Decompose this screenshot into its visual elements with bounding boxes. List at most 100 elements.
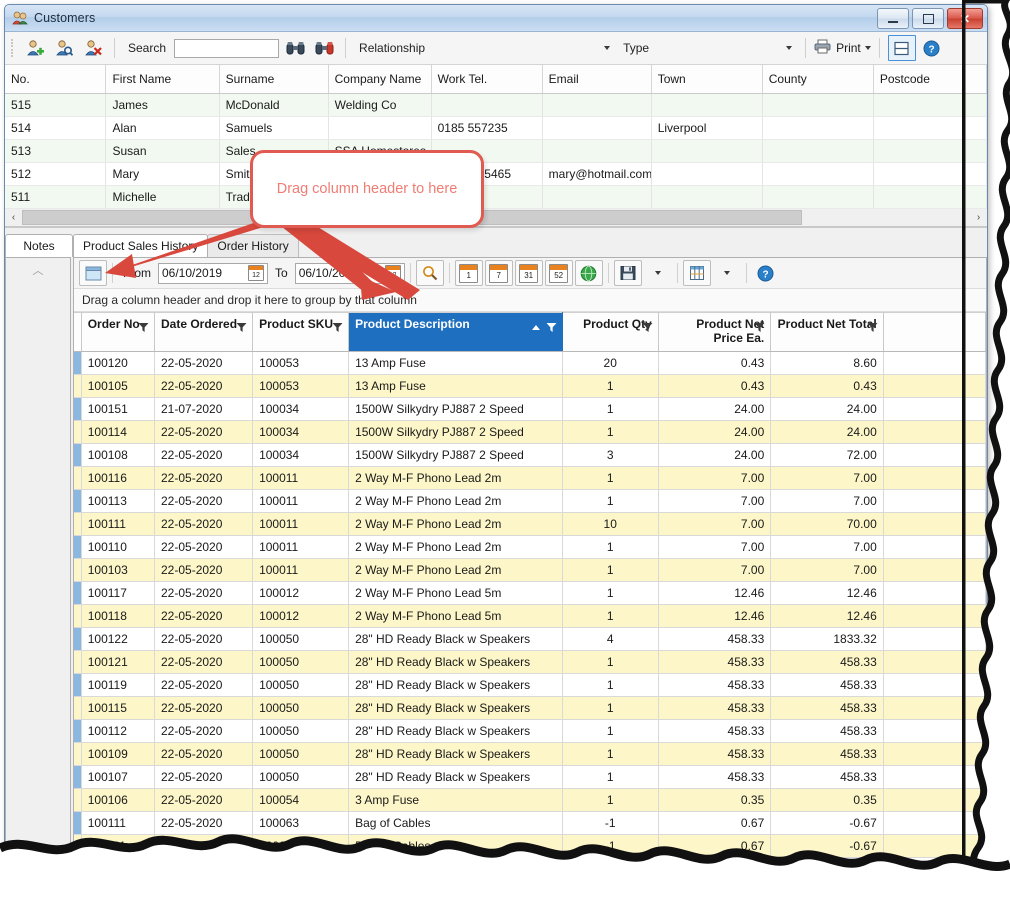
table-row[interactable]: 10010722-05-202010005028" HD Ready Black… [74, 766, 986, 789]
group-by-panel[interactable]: Drag a column header and drop it here to… [74, 289, 986, 312]
table-row[interactable]: 513SusanSalesSSA Homestores [5, 140, 987, 163]
filter-funnel-icon[interactable] [642, 322, 653, 336]
table-row[interactable]: 10010622-05-20201000543 Amp Fuse10.350.3… [74, 789, 986, 812]
window-icon[interactable] [79, 260, 107, 286]
table-row[interactable]: 10010522-05-202010005313 Amp Fuse10.430.… [74, 375, 986, 398]
save-icon[interactable] [614, 260, 642, 286]
calendar-picker-icon[interactable]: 12 [248, 265, 264, 281]
col-product-sku[interactable]: Product SKU [253, 313, 349, 352]
cust-col-4[interactable]: Work Tel. [431, 65, 542, 94]
customer-hscrollbar[interactable]: ‹ › [5, 209, 987, 227]
table-row[interactable]: 10010422-05-2020100064CD Player650.00300… [74, 858, 986, 873]
col-product-net-total[interactable]: Product Net Total [771, 313, 884, 352]
filter-funnel-icon[interactable] [138, 322, 149, 336]
cust-col-5[interactable]: Email [542, 65, 651, 94]
col-date-ordered[interactable]: Date Ordered [155, 313, 253, 352]
tab-order-history[interactable]: Order History [207, 234, 298, 257]
db-sep-5 [677, 263, 678, 283]
table-cell: 1 [562, 766, 658, 789]
table-cell: -0.67 [771, 835, 884, 858]
split-layout-icon[interactable] [888, 35, 916, 61]
maximize-button[interactable] [912, 8, 944, 29]
table-row[interactable]: 511MichelleTrade [5, 186, 987, 209]
find-customer-icon[interactable] [51, 35, 77, 61]
cust-col-6[interactable]: Town [651, 65, 762, 94]
filter-funnel-icon[interactable] [236, 322, 247, 336]
relationship-combo[interactable] [433, 39, 615, 58]
table-row[interactable]: 515JamesMcDonaldWelding Co [5, 94, 987, 117]
minimize-button[interactable] [877, 8, 909, 29]
table-row[interactable]: 10010822-05-20201000341500W Silkydry PJ8… [74, 444, 986, 467]
magnifier-icon[interactable] [416, 260, 444, 286]
table-row[interactable]: 10011122-05-2020100063Bag of Cables-10.6… [74, 812, 986, 835]
sales-grid-scroll[interactable]: Order NoDate OrderedProduct SKUProduct D… [74, 312, 986, 872]
table-row[interactable]: 10010322-05-20201000112 Way M-F Phono Le… [74, 559, 986, 582]
filter-funnel-icon[interactable] [867, 322, 878, 336]
col-order-no[interactable]: Order No [81, 313, 154, 352]
last-1-day-button[interactable]: 1 [455, 260, 483, 286]
col-product-net-price[interactable]: Product Net Price Ea. [658, 313, 771, 352]
last-7-days-button[interactable]: 7 [485, 260, 513, 286]
search-input[interactable] [174, 39, 279, 58]
hscroll-track[interactable] [22, 209, 970, 226]
grid-layout-icon[interactable] [683, 260, 711, 286]
table-row[interactable]: 10011822-05-20201000122 Way M-F Phono Le… [74, 605, 986, 628]
table-row[interactable]: 10011322-05-20201000112 Way M-F Phono Le… [74, 490, 986, 513]
table-row[interactable]: 10011722-05-20201000122 Way M-F Phono Le… [74, 582, 986, 605]
table-cell: 1 [562, 605, 658, 628]
table-row[interactable]: 10012022-05-202010005313 Amp Fuse200.438… [74, 352, 986, 375]
scroll-right-icon[interactable]: › [970, 209, 987, 226]
help-icon[interactable]: ? [752, 260, 780, 286]
binoculars-red-icon[interactable] [311, 35, 337, 61]
save-dropdown-caret[interactable] [644, 260, 672, 286]
cust-col-3[interactable]: Company Name [328, 65, 431, 94]
tab-notes[interactable]: Notes [5, 234, 73, 257]
add-customer-icon[interactable] [22, 35, 48, 61]
col-product-description[interactable]: Product Description [349, 313, 563, 352]
print-button[interactable]: Print [814, 39, 871, 57]
last-52-weeks-button[interactable]: 52 [545, 260, 573, 286]
close-button[interactable]: ✕ [947, 8, 983, 29]
delete-customer-icon[interactable] [80, 35, 106, 61]
type-combo[interactable] [657, 39, 797, 58]
table-cell: 22-05-2020 [155, 720, 253, 743]
scroll-up-icon[interactable]: ︿ [33, 262, 44, 278]
table-cell: Michelle [106, 186, 219, 209]
table-row[interactable]: 10011622-05-20201000112 Way M-F Phono Le… [74, 467, 986, 490]
table-row[interactable]: 514AlanSamuels0185 557235Liverpool [5, 117, 987, 140]
table-row[interactable]: 10011922-05-202010005028" HD Ready Black… [74, 674, 986, 697]
help-icon[interactable]: ? [919, 35, 945, 61]
table-row[interactable]: 10011122-05-20201000112 Way M-F Phono Le… [74, 513, 986, 536]
table-row[interactable]: 10011022-05-20201000112 Way M-F Phono Le… [74, 536, 986, 559]
table-row[interactable]: 10012222-05-202010005028" HD Ready Black… [74, 628, 986, 651]
filter-funnel-icon[interactable] [332, 322, 343, 336]
cust-col-8[interactable]: Postcode [873, 65, 986, 94]
tab-product-sales-history[interactable]: Product Sales History [73, 234, 208, 257]
calendar-picker-icon[interactable]: 12 [385, 265, 401, 281]
table-row[interactable]: 10011222-05-202010005028" HD Ready Black… [74, 720, 986, 743]
col-product-qty[interactable]: Product Qty [562, 313, 658, 352]
table-row[interactable]: 10011422-05-20201000341500W Silkydry PJ8… [74, 421, 986, 444]
globe-icon[interactable] [575, 260, 603, 286]
table-cell: 3 Amp Fuse [349, 789, 563, 812]
last-31-days-button[interactable]: 31 [515, 260, 543, 286]
table-row[interactable]: 512MarySmith12124155465mary@hotmail.com [5, 163, 987, 186]
table-row[interactable]: 10010922-05-202010005028" HD Ready Black… [74, 743, 986, 766]
cust-col-7[interactable]: County [762, 65, 873, 94]
table-row[interactable]: 10011122-05-2020100063Bag of Cables-10.6… [74, 835, 986, 858]
table-row[interactable]: 10012122-05-202010005028" HD Ready Black… [74, 651, 986, 674]
to-date-field[interactable]: 06/10/2020 12 [295, 263, 405, 284]
cust-col-0[interactable]: No. [5, 65, 106, 94]
filter-funnel-icon[interactable] [546, 322, 557, 336]
scroll-left-icon[interactable]: ‹ [5, 209, 22, 226]
table-row[interactable]: 10015121-07-20201000341500W Silkydry PJ8… [74, 398, 986, 421]
sort-ascending-icon[interactable] [532, 325, 540, 330]
grid-dropdown-caret[interactable] [713, 260, 741, 286]
cust-col-1[interactable]: First Name [106, 65, 219, 94]
row-indicator [74, 398, 81, 421]
table-row[interactable]: 10011522-05-202010005028" HD Ready Black… [74, 697, 986, 720]
cust-col-2[interactable]: Surname [219, 65, 328, 94]
filter-funnel-icon[interactable] [754, 322, 765, 336]
from-date-field[interactable]: 06/10/2019 12 [158, 263, 268, 284]
binoculars-icon[interactable] [282, 35, 308, 61]
